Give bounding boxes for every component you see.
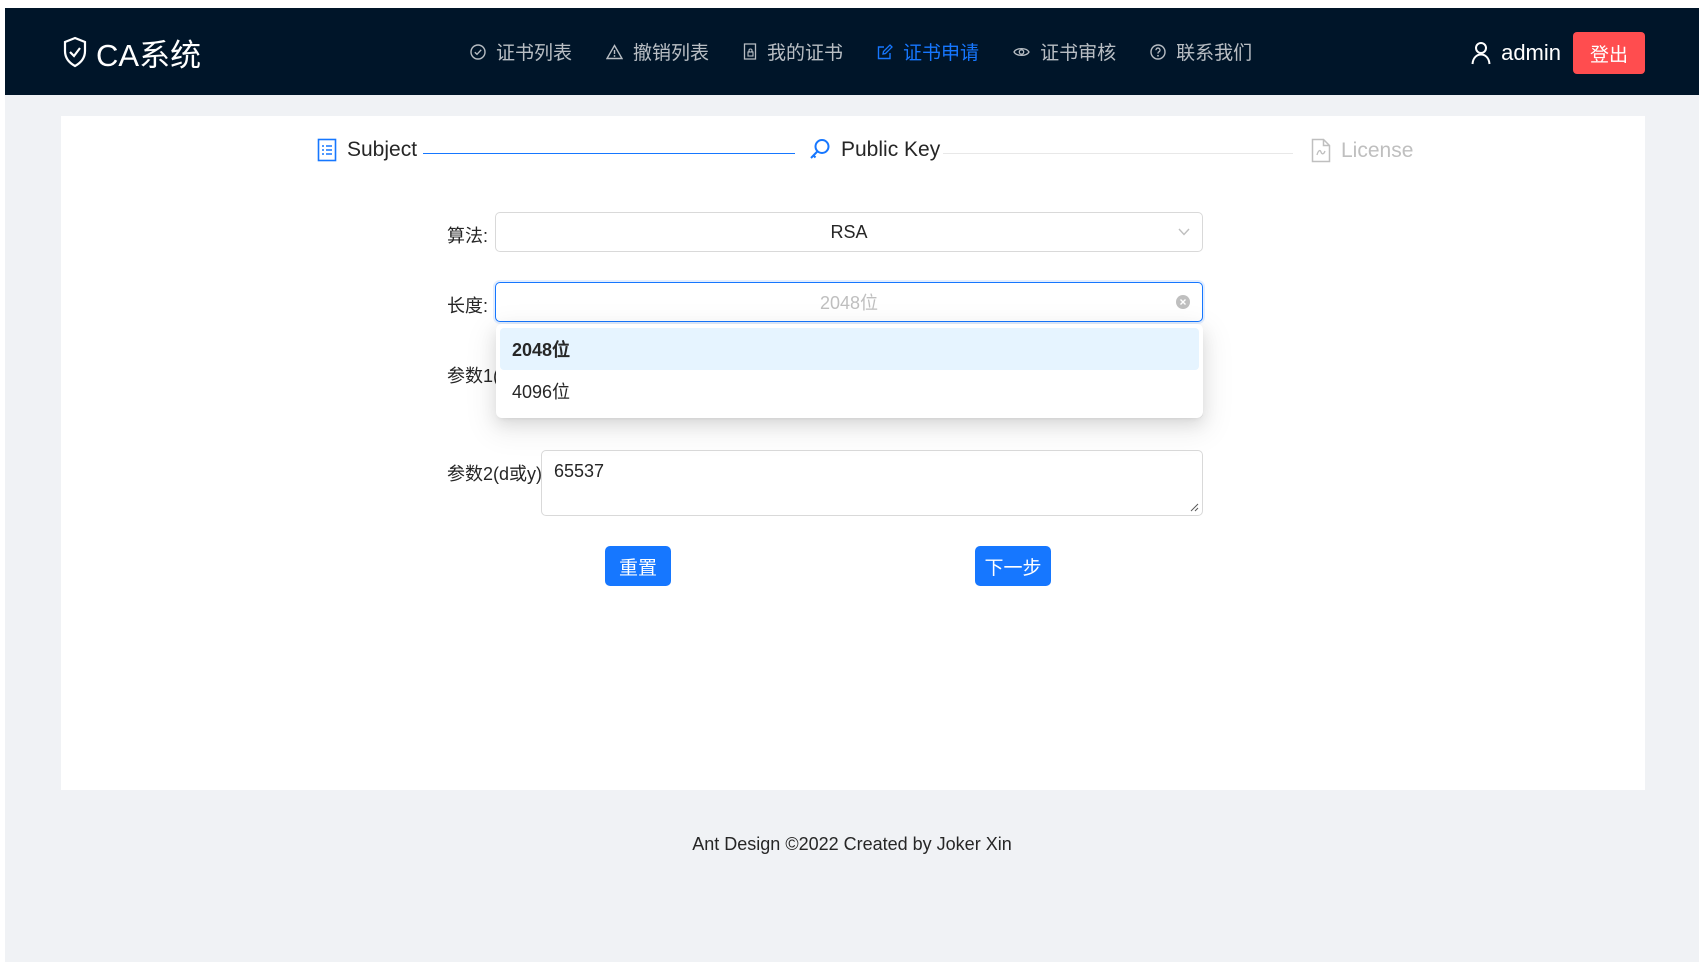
app-title: CA系统 (96, 37, 202, 73)
nav-item-cert-apply[interactable]: 证书申请 (877, 8, 979, 95)
user-area: admin 登出 (1471, 32, 1645, 74)
param1-label: 参数1( (447, 366, 500, 386)
key-icon (810, 139, 830, 159)
next-step-button[interactable]: 下一步 (975, 546, 1051, 586)
length-select[interactable]: 2048位 (495, 282, 1203, 322)
file-lock-icon (743, 43, 757, 60)
footer-text: Ant Design ©2022 Created by Joker Xin (692, 834, 1012, 854)
param2-label: 参数2(d或y): (447, 464, 548, 484)
step-license[interactable]: License (1311, 138, 1413, 163)
top-header: CA系统 证书列表 撤销列表 我的证书 证书申请 证书审核 联系我们 admin… (5, 8, 1699, 95)
algorithm-label: 算法: (447, 226, 489, 246)
step-connector-pending (943, 153, 1293, 154)
profile-icon (317, 138, 337, 162)
nav-item-label: 证书审核 (1040, 43, 1117, 64)
shield-check-icon (63, 36, 87, 68)
warning-icon (606, 43, 624, 59)
nav-item-label: 联系我们 (1176, 43, 1253, 64)
step-label: Subject (347, 138, 418, 161)
edit-icon (877, 43, 893, 59)
nav-item-revoke-list[interactable]: 撤销列表 (606, 8, 709, 95)
length-option-4096[interactable]: 4096位 (500, 370, 1199, 412)
nav-item-my-certs[interactable]: 我的证书 (743, 8, 843, 95)
step-label: License (1341, 138, 1414, 162)
user-name: admin (1501, 40, 1561, 65)
param2-value: 65537 (554, 461, 605, 481)
nav-item-cert-review[interactable]: 证书审核 (1013, 8, 1116, 95)
content-card: Subject Public Key License 算法: RSA 长度: 2… (61, 116, 1645, 790)
nav-item-contact[interactable]: 联系我们 (1150, 8, 1252, 95)
clear-icon[interactable] (1176, 295, 1190, 309)
chevron-down-icon (1178, 228, 1190, 236)
param2-textarea[interactable]: 65537 (541, 450, 1203, 516)
file-icon (1311, 138, 1331, 163)
question-circle-icon (1150, 43, 1166, 60)
nav-item-label: 证书列表 (496, 43, 573, 64)
step-label: Public Key (841, 138, 941, 161)
nav-item-label: 我的证书 (767, 43, 844, 64)
length-label: 长度: (447, 296, 489, 316)
nav-item-cert-list[interactable]: 证书列表 (470, 8, 572, 95)
logout-button[interactable]: 登出 (1573, 32, 1645, 74)
app-frame: CA系统 证书列表 撤销列表 我的证书 证书申请 证书审核 联系我们 admin… (5, 8, 1699, 962)
step-connector-done (423, 153, 795, 154)
app-logo[interactable]: CA系统 (62, 32, 202, 73)
length-dropdown: 2048位 4096位 (496, 324, 1203, 418)
reset-button[interactable]: 重置 (605, 546, 671, 586)
algorithm-value: RSA (830, 221, 868, 242)
algorithm-select[interactable]: RSA (495, 212, 1203, 252)
length-option-2048[interactable]: 2048位 (500, 328, 1199, 370)
step-public-key[interactable]: Public Key (809, 138, 940, 162)
main-nav: 证书列表 撤销列表 我的证书 证书申请 证书审核 联系我们 (470, 8, 1286, 95)
eye-icon (1013, 47, 1030, 56)
nav-item-label: 证书申请 (903, 43, 980, 64)
nav-item-label: 撤销列表 (633, 43, 710, 64)
resize-handle-icon[interactable] (1190, 503, 1199, 512)
step-subject[interactable]: Subject (317, 138, 417, 162)
user-icon (1471, 42, 1491, 65)
check-circle-icon (470, 43, 486, 60)
length-placeholder: 2048位 (819, 293, 879, 313)
